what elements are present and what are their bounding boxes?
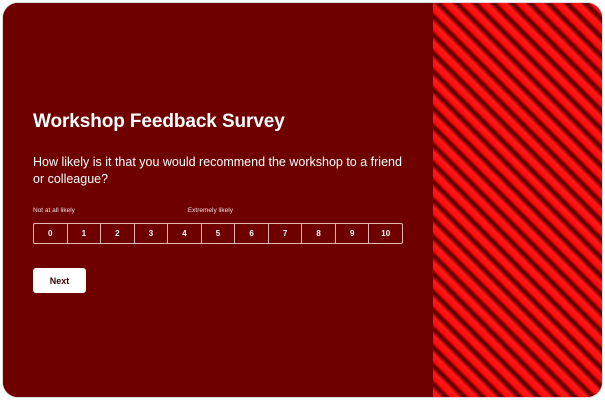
scale-option-4[interactable]: 4 [168,224,202,243]
survey-title: Workshop Feedback Survey [33,111,285,132]
scale-option-9[interactable]: 9 [336,224,370,243]
nps-scale: 0 1 2 3 4 5 6 7 8 9 10 [33,223,403,244]
survey-question: How likely is it that you would recommen… [33,155,402,186]
scale-option-7[interactable]: 7 [269,224,303,243]
decorative-stripe-panel [433,3,602,397]
scale-option-0[interactable]: 0 [34,224,68,243]
scale-option-2[interactable]: 2 [101,224,135,243]
scale-option-6[interactable]: 6 [235,224,269,243]
scale-option-1[interactable]: 1 [68,224,102,243]
scale-max-label: Extremely likely [187,207,233,214]
scale-option-3[interactable]: 3 [135,224,169,243]
scale-option-5[interactable]: 5 [202,224,236,243]
scale-min-label: Not at all likely [33,207,75,214]
scale-option-8[interactable]: 8 [302,224,336,243]
survey-window: Workshop Feedback Survey How likely is i… [2,2,603,398]
next-button[interactable]: Next [33,268,86,293]
scale-option-10[interactable]: 10 [369,224,402,243]
survey-panel: Workshop Feedback Survey How likely is i… [3,3,433,397]
